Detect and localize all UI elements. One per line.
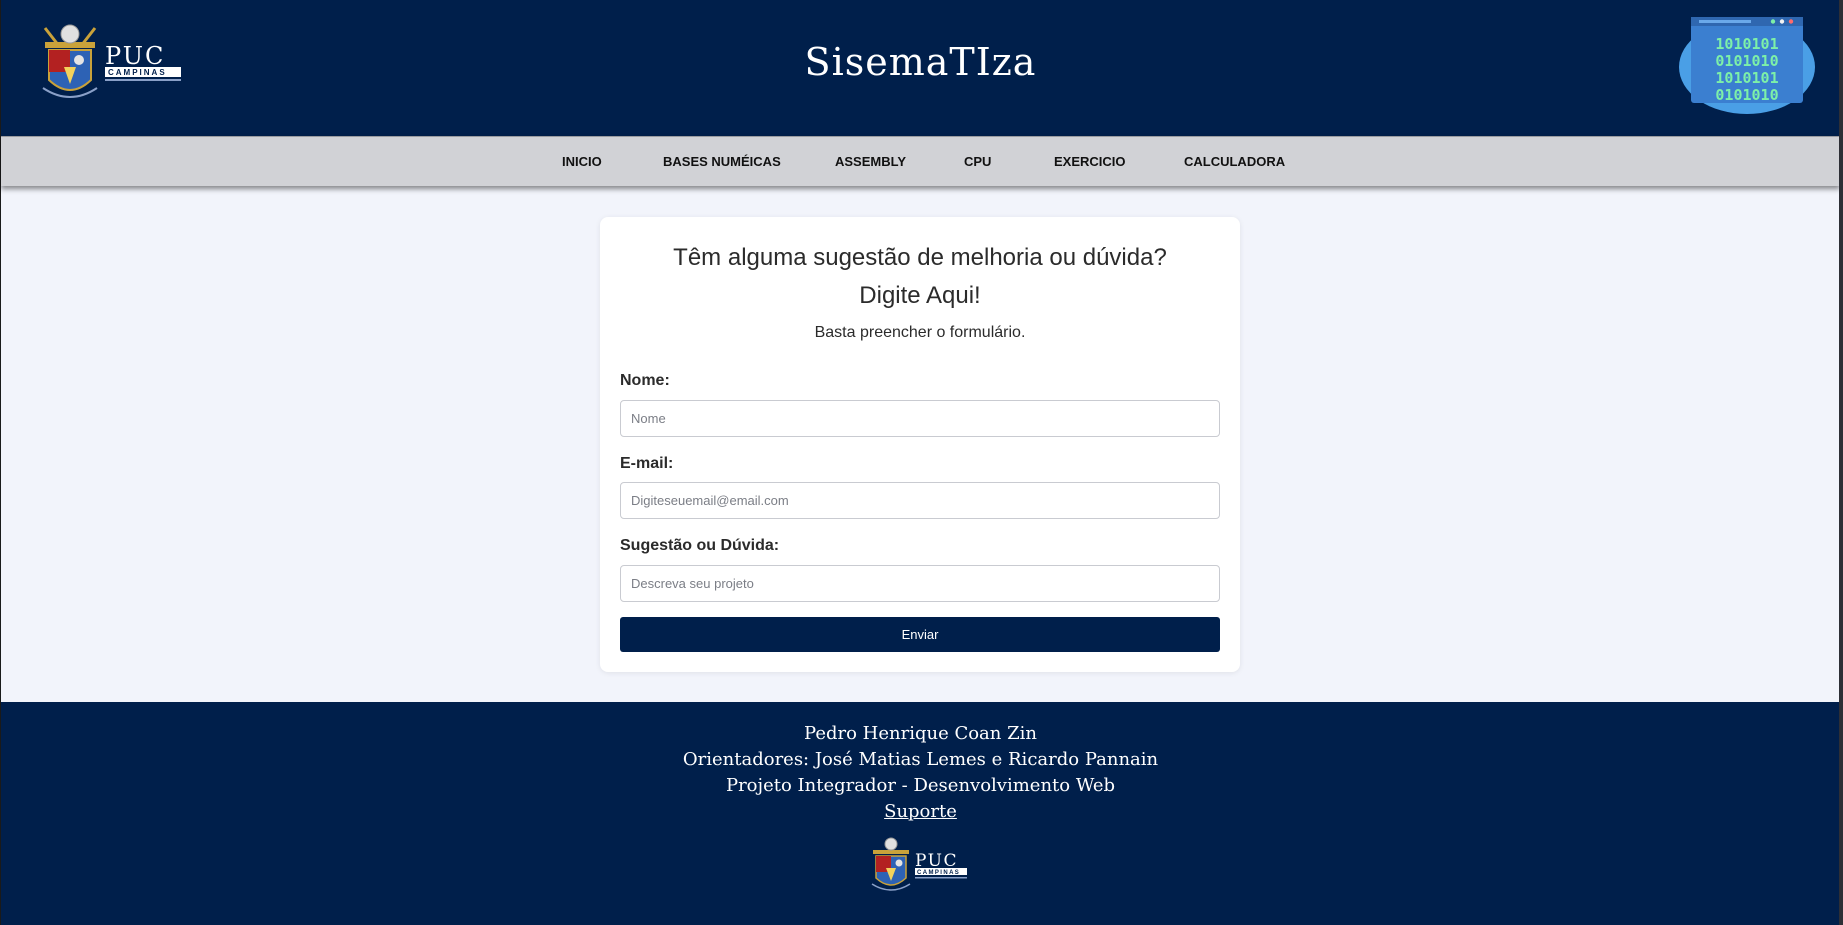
- footer-advisors: Orientadores: José Matias Lemes e Ricard…: [682, 749, 1159, 770]
- name-input[interactable]: [620, 400, 1220, 437]
- puc-campinas-footer-logo[interactable]: PUC CAMPINAS: [870, 836, 970, 898]
- submit-button[interactable]: Enviar: [620, 617, 1220, 652]
- suggestion-form-card: Têm alguma sugestão de melhoria ou dúvid…: [600, 217, 1240, 672]
- nav-list: INICIO BASES NUMÉICAS ASSEMBLY CPU EXERC…: [1, 137, 1840, 187]
- email-input[interactable]: [620, 482, 1220, 519]
- site-header: PUC CAMPINAS SisemaTIza 1010101 0101010 …: [1, 0, 1840, 136]
- nav-item-calculadora[interactable]: CALCULADORA: [1184, 154, 1285, 169]
- form-subtitle: Basta preencher o formulário.: [814, 324, 1026, 341]
- binary-code-icon: 1010101 0101010 1010101 0101010: [1679, 17, 1815, 114]
- suggestion-label: Sugestão ou Dúvida:: [620, 537, 780, 554]
- svg-text:1010101: 1010101: [1715, 35, 1778, 53]
- suggestion-input[interactable]: [620, 565, 1220, 602]
- page: PUC CAMPINAS SisemaTIza 1010101 0101010 …: [0, 0, 1840, 925]
- footer-author: Pedro Henrique Coan Zin: [804, 723, 1037, 744]
- name-label: Nome:: [620, 372, 670, 389]
- email-label: E-mail:: [620, 455, 674, 472]
- svg-text:0101010: 0101010: [1715, 86, 1778, 104]
- site-title: SisemaTIza: [804, 40, 1037, 84]
- footer-project: Projeto Integrador - Desenvolvimento Web: [725, 775, 1116, 796]
- nav-item-inicio[interactable]: INICIO: [562, 154, 602, 169]
- main-nav: INICIO BASES NUMÉICAS ASSEMBLY CPU EXERC…: [1, 136, 1840, 186]
- svg-text:1010101: 1010101: [1715, 69, 1778, 87]
- window-edge: [1839, 0, 1843, 925]
- nav-item-assembly[interactable]: ASSEMBLY: [835, 154, 906, 169]
- crest-icon: [871, 837, 911, 891]
- nav-item-cpu[interactable]: CPU: [964, 154, 991, 169]
- nav-item-bases-numericas[interactable]: BASES NUMÉICAS: [663, 154, 781, 169]
- site-footer: Pedro Henrique Coan Zin Orientadores: Jo…: [1, 702, 1840, 925]
- form-title-line-2: Digite Aqui!: [859, 282, 981, 309]
- svg-text:CAMPINAS: CAMPINAS: [917, 870, 960, 876]
- nav-item-exercicio[interactable]: EXERCICIO: [1054, 154, 1126, 169]
- svg-text:0101010: 0101010: [1715, 52, 1778, 70]
- form-title-line-1: Têm alguma sugestão de melhoria ou dúvid…: [673, 244, 1167, 271]
- form-title: Têm alguma sugestão de melhoria ou dúvid…: [600, 239, 1240, 315]
- support-link[interactable]: Suporte: [1, 801, 1840, 822]
